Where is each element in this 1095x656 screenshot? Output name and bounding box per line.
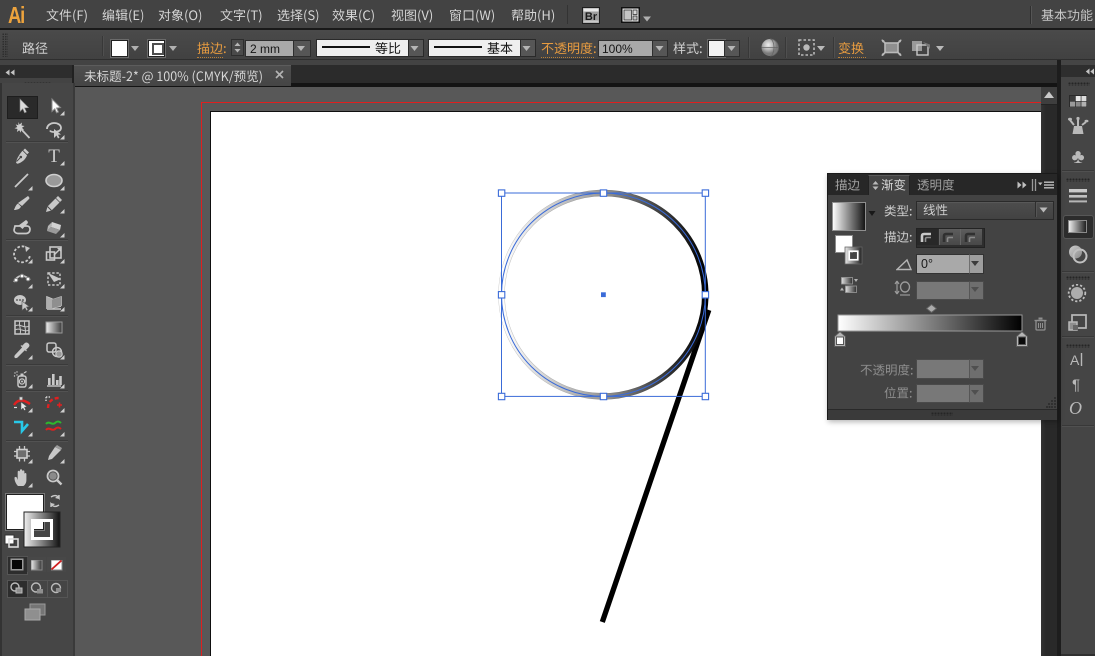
svg-text:T: T	[48, 146, 60, 166]
svg-text:O: O	[1069, 399, 1082, 418]
svg-text:A: A	[1070, 352, 1080, 368]
svg-text:♣: ♣	[1071, 146, 1084, 166]
svg-text:¶: ¶	[1072, 376, 1080, 393]
